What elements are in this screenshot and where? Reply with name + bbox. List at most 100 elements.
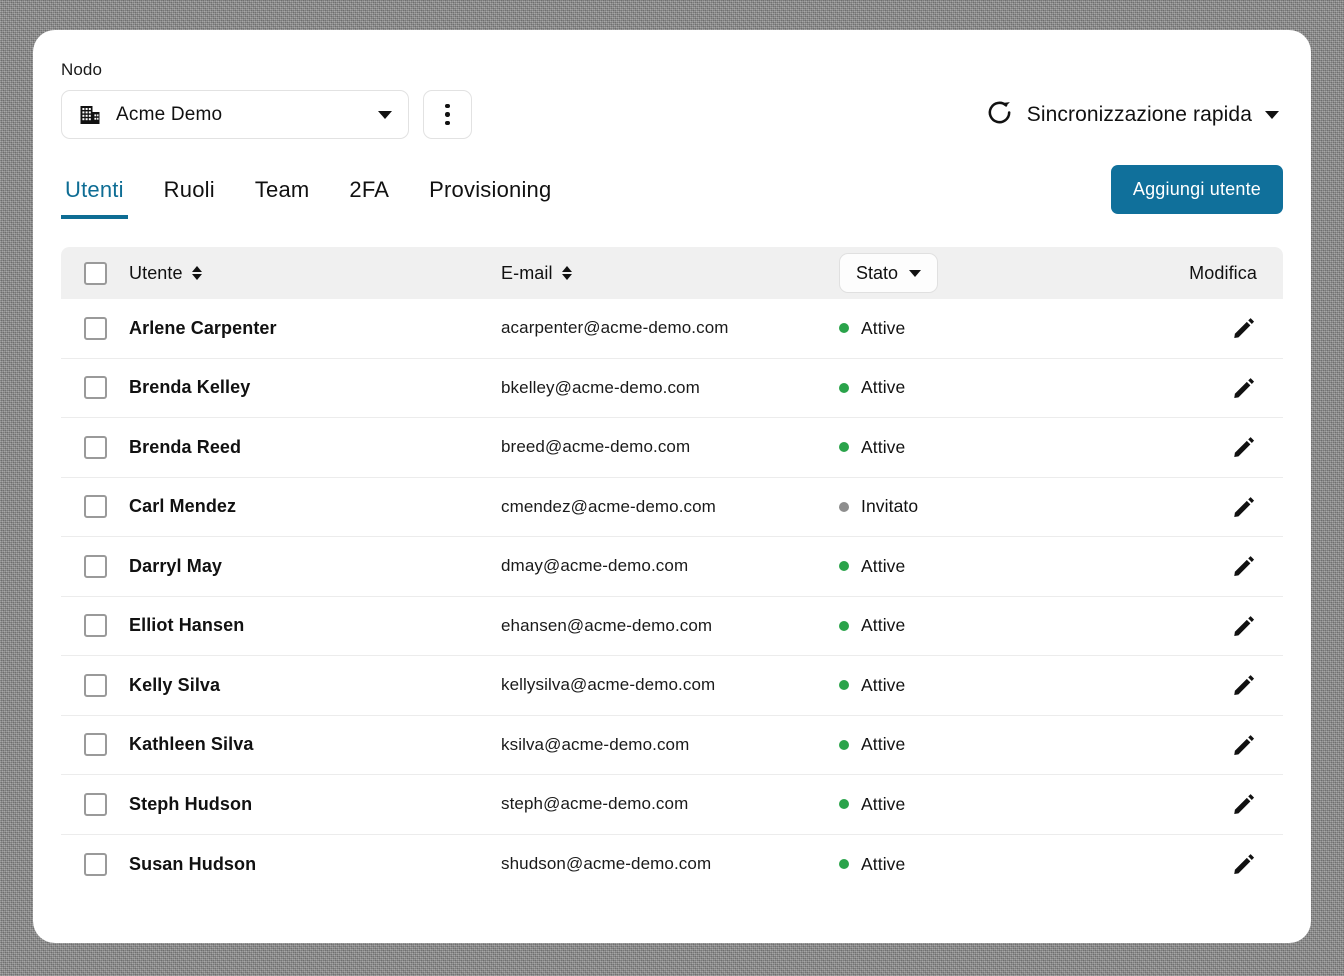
row-checkbox[interactable] bbox=[83, 316, 107, 340]
column-header-user-label: Utente bbox=[129, 262, 183, 283]
tab-utenti[interactable]: Utenti bbox=[61, 177, 128, 219]
column-header-user[interactable]: Utente bbox=[129, 263, 202, 284]
table-row: Darryl May dmay@acme-demo.com Attive bbox=[61, 537, 1283, 597]
quick-sync-button[interactable]: Sincronizzazione rapida bbox=[985, 98, 1283, 132]
user-email: breed@acme-demo.com bbox=[501, 437, 691, 457]
refresh-icon bbox=[985, 98, 1014, 132]
edit-pencil-icon[interactable] bbox=[1231, 732, 1257, 758]
user-name: Darryl May bbox=[129, 555, 223, 576]
row-checkbox[interactable] bbox=[83, 435, 107, 459]
status-badge: Attive bbox=[839, 854, 905, 875]
add-user-button[interactable]: Aggiungi utente bbox=[1110, 165, 1283, 214]
row-checkbox[interactable] bbox=[83, 792, 107, 816]
node-toolbar: Acme Demo Sincronizzazione rapida bbox=[61, 90, 1283, 139]
user-name: Carl Mendez bbox=[129, 496, 237, 517]
chevron-down-icon bbox=[1265, 110, 1279, 119]
status-dot-icon bbox=[839, 442, 849, 453]
status-filter-label: Stato bbox=[856, 262, 899, 283]
status-label: Attive bbox=[861, 317, 906, 338]
user-email: shudson@acme-demo.com bbox=[501, 854, 712, 874]
status-badge: Attive bbox=[839, 437, 905, 458]
kebab-dot bbox=[445, 120, 450, 126]
users-table: Utente E-mail Stato Modifica Arlene Carp… bbox=[61, 247, 1283, 894]
edit-pencil-icon[interactable] bbox=[1231, 434, 1257, 460]
status-dot-icon bbox=[839, 680, 849, 691]
user-email: kellysilva@acme-demo.com bbox=[501, 675, 716, 695]
status-dot-icon bbox=[839, 323, 849, 334]
table-row: Brenda Reed breed@acme-demo.com Attive bbox=[61, 418, 1283, 478]
status-dot-icon bbox=[839, 799, 849, 810]
table-row: Susan Hudson shudson@acme-demo.com Attive bbox=[61, 835, 1283, 895]
tab-2fa[interactable]: 2FA bbox=[345, 177, 393, 219]
edit-pencil-icon[interactable] bbox=[1231, 494, 1257, 520]
user-email: ksilva@acme-demo.com bbox=[501, 734, 690, 754]
status-badge: Attive bbox=[839, 318, 905, 339]
edit-pencil-icon[interactable] bbox=[1231, 375, 1257, 401]
table-header-row: Utente E-mail Stato Modifica bbox=[61, 247, 1283, 299]
tab-ruoli[interactable]: Ruoli bbox=[160, 177, 219, 219]
status-dot-icon bbox=[839, 859, 849, 870]
user-email: steph@acme-demo.com bbox=[501, 794, 689, 814]
edit-pencil-icon[interactable] bbox=[1231, 851, 1257, 877]
status-badge: Attive bbox=[839, 734, 905, 755]
node-select[interactable]: Acme Demo bbox=[61, 90, 409, 139]
column-header-email[interactable]: E-mail bbox=[501, 263, 572, 284]
status-badge: Attive bbox=[839, 556, 905, 577]
building-icon bbox=[78, 103, 102, 127]
edit-pencil-icon[interactable] bbox=[1231, 613, 1257, 639]
status-badge: Attive bbox=[839, 377, 905, 398]
node-label: Nodo bbox=[61, 60, 103, 79]
table-row: Elliot Hansen ehansen@acme-demo.com Attive bbox=[61, 597, 1283, 656]
status-label: Attive bbox=[861, 436, 906, 457]
status-label: Attive bbox=[861, 555, 906, 576]
user-email: acarpenter@acme-demo.com bbox=[501, 318, 729, 338]
column-header-edit: Modifica bbox=[1189, 262, 1257, 283]
sort-icon bbox=[561, 266, 572, 280]
tab-team[interactable]: Team bbox=[251, 177, 314, 219]
row-checkbox[interactable] bbox=[83, 554, 107, 578]
row-checkbox[interactable] bbox=[83, 673, 107, 697]
edit-pencil-icon[interactable] bbox=[1231, 791, 1257, 817]
status-filter-dropdown[interactable]: Stato bbox=[839, 253, 939, 293]
status-badge: Attive bbox=[839, 615, 905, 636]
chevron-down-icon bbox=[378, 110, 392, 119]
table-row: Steph Hudson steph@acme-demo.com Attive bbox=[61, 775, 1283, 835]
user-name: Elliot Hansen bbox=[129, 615, 245, 636]
user-name: Arlene Carpenter bbox=[129, 317, 277, 338]
status-dot-icon bbox=[839, 561, 849, 572]
status-label: Attive bbox=[861, 853, 906, 874]
row-checkbox[interactable] bbox=[83, 495, 107, 519]
node-selected-value: Acme Demo bbox=[116, 103, 223, 125]
quick-sync-label: Sincronizzazione rapida bbox=[1026, 102, 1252, 126]
row-checkbox[interactable] bbox=[83, 614, 107, 638]
tab-provisioning[interactable]: Provisioning bbox=[425, 177, 555, 219]
edit-pencil-icon[interactable] bbox=[1231, 553, 1257, 579]
status-dot-icon bbox=[839, 739, 849, 750]
user-name: Brenda Kelley bbox=[129, 377, 251, 398]
table-row: Kathleen Silva ksilva@acme-demo.com Attive bbox=[61, 716, 1283, 775]
edit-pencil-icon[interactable] bbox=[1231, 672, 1257, 698]
user-email: dmay@acme-demo.com bbox=[501, 556, 689, 576]
status-badge: Attive bbox=[839, 675, 905, 696]
user-name: Steph Hudson bbox=[129, 793, 253, 814]
table-row: Kelly Silva kellysilva@acme-demo.com Attiv… bbox=[61, 656, 1283, 716]
row-checkbox[interactable] bbox=[83, 376, 107, 400]
user-email: ehansen@acme-demo.com bbox=[501, 615, 713, 635]
user-name: Kelly Silva bbox=[129, 674, 221, 695]
edit-pencil-icon[interactable] bbox=[1231, 315, 1257, 341]
status-dot-icon bbox=[839, 501, 849, 512]
node-overflow-menu-button[interactable] bbox=[423, 90, 472, 139]
status-label: Attive bbox=[861, 734, 906, 755]
table-row: Arlene Carpenter acarpenter@acme-demo.com… bbox=[61, 299, 1283, 359]
column-header-email-label: E-mail bbox=[501, 262, 553, 283]
select-all-checkbox[interactable] bbox=[83, 261, 107, 285]
table-row: Carl Mendez cmendez@acme-demo.com Invitato bbox=[61, 478, 1283, 537]
row-checkbox[interactable] bbox=[83, 852, 107, 876]
table-body: Arlene Carpenter acarpenter@acme-demo.com… bbox=[61, 299, 1283, 894]
status-label: Attive bbox=[861, 377, 906, 398]
user-name: Brenda Reed bbox=[129, 436, 242, 457]
users-panel-card: Nodo Acme Demo Sincronizzazione rapida U… bbox=[33, 30, 1311, 943]
status-badge: Invitato bbox=[839, 496, 918, 517]
row-checkbox[interactable] bbox=[83, 733, 107, 757]
status-label: Attive bbox=[861, 615, 906, 636]
